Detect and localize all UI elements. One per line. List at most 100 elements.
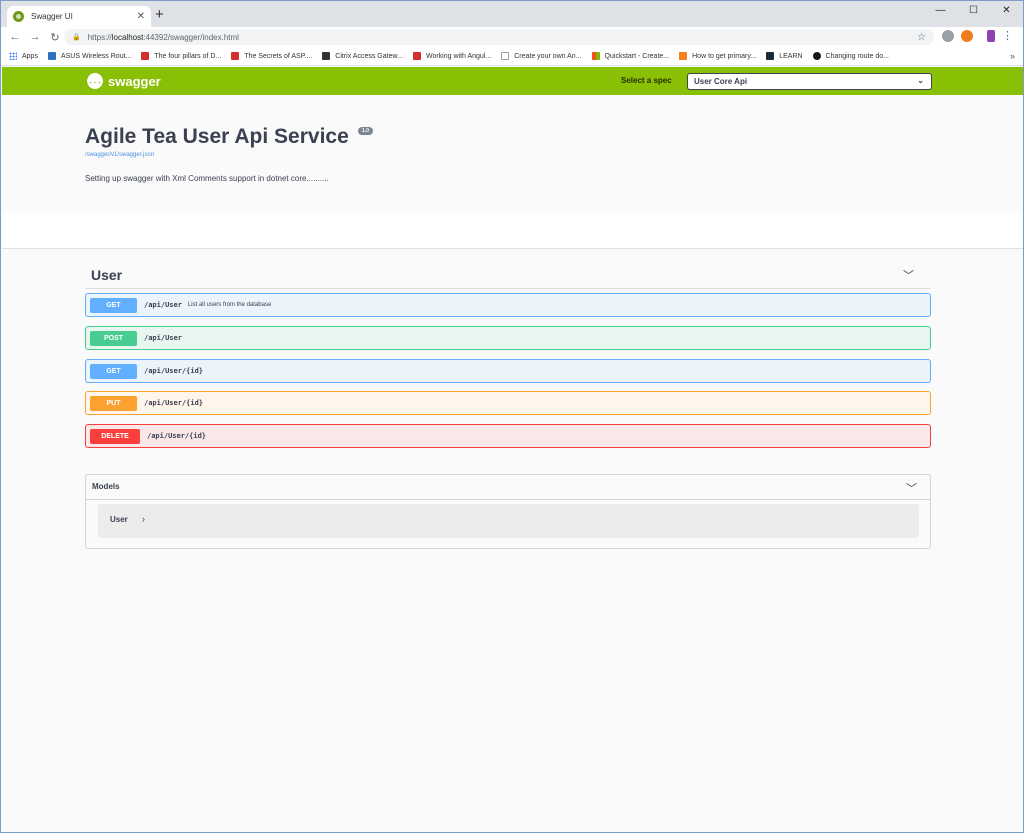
profile-avatar-icon[interactable] xyxy=(987,30,995,42)
model-user[interactable]: User › xyxy=(98,504,919,538)
address-bar[interactable]: 🔒 https://localhost:44392/swagger/index.… xyxy=(64,29,934,45)
bookmark-label: Citrix Access Gatew... xyxy=(335,52,403,60)
bookmarks-more-icon[interactable]: » xyxy=(1010,51,1015,61)
method-badge: GET xyxy=(90,363,137,379)
microsoft-icon xyxy=(591,52,600,60)
operation-delete-user[interactable]: DELETE /api/User/{id} xyxy=(85,424,931,448)
bookmark-label: The Secrets of ASP.... xyxy=(244,52,313,60)
collapse-chevron-icon[interactable]: ﹀ xyxy=(906,480,917,496)
swagger-logo[interactable]: {...} swagger xyxy=(84,73,161,89)
forward-icon[interactable]: → xyxy=(25,31,45,43)
new-tab-button[interactable]: + xyxy=(155,7,164,23)
github-icon xyxy=(812,52,821,60)
maximize-icon[interactable]: ☐ xyxy=(957,1,990,19)
tab-title: Swagger UI xyxy=(31,12,73,21)
bookmark-label: Quickstart - Create... xyxy=(604,52,670,60)
bookmark-changing-route[interactable]: Changing route do... xyxy=(812,52,889,60)
swagger-topbar: {...} swagger Select a spec User Core Ap… xyxy=(2,67,1023,95)
bookmark-primary[interactable]: How to get primary... xyxy=(679,52,756,60)
api-description: Setting up swagger with Xml Comments sup… xyxy=(85,174,329,183)
api-title: Agile Tea User Api Service xyxy=(85,125,349,148)
bookmark-label: Apps xyxy=(22,52,38,60)
operation-get-users[interactable]: GET /api/User List all users from the da… xyxy=(85,293,931,317)
bookmarks-bar: Apps ASUS Wireless Rout... The four pill… xyxy=(1,47,1023,66)
spec-select[interactable]: User Core Api ⌄ xyxy=(687,73,932,90)
tag-section-title[interactable]: User xyxy=(91,267,122,283)
bookmark-label: Changing route do... xyxy=(825,52,889,60)
bookmark-asus[interactable]: ASUS Wireless Rout... xyxy=(47,52,132,60)
models-section: Models ﹀ User › xyxy=(85,474,931,549)
swagger-favicon-icon xyxy=(13,11,24,22)
url-path: :44392/swagger/index.html xyxy=(143,32,239,42)
spec-select-value: User Core Api xyxy=(694,77,748,86)
swagger-logo-text: swagger xyxy=(108,73,161,89)
bookmark-label: Working with Angul... xyxy=(425,52,492,60)
swagger-logo-icon: {...} xyxy=(84,73,106,89)
browser-tab[interactable]: Swagger UI ✕ xyxy=(7,6,151,27)
swagger-json-link[interactable]: /swagger/v1/swagger.json xyxy=(85,152,154,158)
browser-window: Swagger UI ✕ + — ☐ ✕ ← → ↻ 🔒 https://loc… xyxy=(0,0,1024,833)
collapse-chevron-icon[interactable]: ﹀ xyxy=(903,267,914,283)
operation-path: /api/User/{id} xyxy=(144,399,204,407)
tab-close-icon[interactable]: ✕ xyxy=(137,11,145,22)
bookmark-learn[interactable]: LEARN xyxy=(766,52,803,60)
site-red-icon xyxy=(231,52,240,60)
tab-strip: Swagger UI ✕ + — ☐ ✕ xyxy=(1,1,1023,27)
bookmark-label: How to get primary... xyxy=(692,52,757,60)
bookmark-apps[interactable]: Apps xyxy=(9,52,38,60)
minimize-icon[interactable]: — xyxy=(924,1,957,19)
operation-path: /api/User xyxy=(144,334,182,342)
method-badge: GET xyxy=(90,297,137,313)
apps-grid-icon xyxy=(9,52,17,60)
close-window-icon[interactable]: ✕ xyxy=(990,1,1023,19)
method-badge: POST xyxy=(90,330,137,346)
citrix-icon xyxy=(322,52,331,60)
scheme-container xyxy=(2,213,1023,249)
operation-path: /api/User/{id} xyxy=(144,367,204,375)
site-red-icon xyxy=(412,52,421,60)
section-divider xyxy=(85,288,931,289)
spec-select-label: Select a spec xyxy=(621,76,672,85)
url-host: localhost xyxy=(111,32,144,42)
bookmark-create-own[interactable]: Create your own An... xyxy=(501,52,582,60)
reload-icon[interactable]: ↻ xyxy=(45,31,65,44)
bookmark-angular[interactable]: Working with Angul... xyxy=(412,52,492,60)
learn-icon xyxy=(766,52,775,60)
info-section xyxy=(2,95,1023,213)
browser-toolbar: ← → ↻ 🔒 https://localhost:44392/swagger/… xyxy=(1,27,1023,47)
operation-post-user[interactable]: POST /api/User xyxy=(85,326,931,350)
url-text[interactable]: https://localhost:44392/swagger/index.ht… xyxy=(88,33,917,42)
extension-shield-icon[interactable] xyxy=(942,30,954,42)
page-icon xyxy=(501,52,510,60)
chevron-down-icon: ⌄ xyxy=(917,76,924,85)
operation-summary: List all users from the database xyxy=(187,302,272,308)
back-icon[interactable]: ← xyxy=(5,31,25,43)
bookmark-citrix[interactable]: Citrix Access Gatew... xyxy=(322,52,403,60)
chrome-menu-icon[interactable]: ⋮ xyxy=(1002,29,1013,42)
method-badge: DELETE xyxy=(90,428,140,444)
operation-path: /api/User xyxy=(144,301,182,309)
operation-path: /api/User/{id} xyxy=(147,432,207,440)
chevron-right-icon[interactable]: › xyxy=(142,514,145,524)
bookmark-secrets-asp[interactable]: The Secrets of ASP.... xyxy=(231,52,312,60)
operation-put-user[interactable]: PUT /api/User/{id} xyxy=(85,391,931,415)
bookmark-label: LEARN xyxy=(779,52,803,60)
bookmark-quickstart[interactable]: Quickstart - Create... xyxy=(591,52,670,60)
lock-icon[interactable]: 🔒 xyxy=(72,33,81,41)
site-red-icon xyxy=(141,52,150,60)
bookmark-label: The four pillars of D... xyxy=(154,52,222,60)
bookmark-star-icon[interactable]: ☆ xyxy=(917,32,926,43)
operation-get-user-by-id[interactable]: GET /api/User/{id} xyxy=(85,359,931,383)
stackoverflow-icon xyxy=(679,52,688,60)
extension-orange-icon[interactable] xyxy=(961,30,973,42)
bookmark-label: Create your own An... xyxy=(514,52,582,60)
window-controls: — ☐ ✕ xyxy=(924,1,1023,19)
bookmark-label: ASUS Wireless Rout... xyxy=(60,52,132,60)
bookmark-four-pillars[interactable]: The four pillars of D... xyxy=(141,52,221,60)
model-name: User xyxy=(110,515,128,524)
wifi-icon xyxy=(47,52,56,60)
models-divider xyxy=(86,499,930,500)
version-badge: 1.0 xyxy=(358,127,373,135)
models-title[interactable]: Models xyxy=(92,482,120,491)
method-badge: PUT xyxy=(90,395,137,411)
